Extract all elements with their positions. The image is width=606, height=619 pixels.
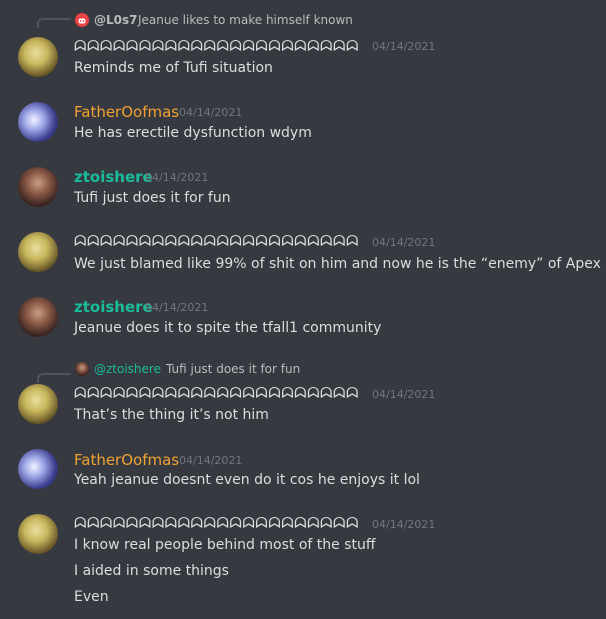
username[interactable]: ᗣᗣᗣᗣᗣᗣᗣᗣᗣᗣᗣᗣᗣᗣᗣᗣᗣᗣᗣᗣᗣᗣ [74, 384, 359, 402]
reply-author[interactable]: @L0s7 [94, 13, 138, 27]
avatar[interactable] [18, 449, 58, 489]
reply-connector [37, 18, 71, 28]
timestamp: 04/14/2021 [179, 454, 243, 467]
timestamp: 04/14/2021 [372, 40, 436, 53]
message-text: Even [74, 589, 109, 605]
message-text: Yeah jeanue doesnt even do it cos he enj… [74, 472, 420, 488]
ztoishere-avatar-icon [75, 362, 89, 376]
message-text: He has erectile dysfunction wdym [74, 125, 312, 141]
username[interactable]: ztoishere [74, 298, 153, 316]
reply-preview[interactable]: @L0s7 Jeanue likes to make himself known [94, 13, 394, 31]
message-text: That’s the thing it’s not him [74, 407, 269, 423]
avatar[interactable] [18, 232, 58, 272]
message-text: I aided in some things [74, 563, 229, 579]
reply-text: Tufi just does it for fun [166, 362, 301, 376]
discord-logo-icon [75, 13, 89, 27]
username[interactable]: ᗣᗣᗣᗣᗣᗣᗣᗣᗣᗣᗣᗣᗣᗣᗣᗣᗣᗣᗣᗣᗣᗣ [74, 37, 359, 55]
message-text: Reminds me of Tufi situation [74, 60, 273, 76]
message-text: Tufi just does it for fun [74, 190, 231, 206]
reply-text: Jeanue likes to make himself known [138, 13, 353, 27]
username[interactable]: FatherOofmas [74, 451, 179, 469]
avatar[interactable] [18, 384, 58, 424]
timestamp: 04/14/2021 [372, 236, 436, 249]
avatar[interactable] [18, 37, 58, 77]
message-text: I know real people behind most of the st… [74, 537, 376, 553]
timestamp: 04/14/2021 [179, 106, 243, 119]
username[interactable]: ᗣᗣᗣᗣᗣᗣᗣᗣᗣᗣᗣᗣᗣᗣᗣᗣᗣᗣᗣᗣᗣᗣ [74, 514, 359, 532]
avatar[interactable] [18, 167, 58, 207]
avatar[interactable] [18, 297, 58, 337]
timestamp: 04/14/2021 [372, 388, 436, 401]
reply-preview[interactable]: @ztoishere Tufi just does it for fun [94, 362, 334, 380]
username[interactable]: FatherOofmas [74, 103, 179, 121]
reply-author[interactable]: @ztoishere [94, 362, 161, 376]
avatar[interactable] [18, 102, 58, 142]
timestamp: 04/14/2021 [372, 518, 436, 531]
message-text: We just blamed like 99% of shit on him a… [74, 256, 601, 272]
timestamp: 04/14/2021 [145, 301, 209, 314]
message-text: Jeanue does it to spite the tfall1 commu… [74, 320, 382, 336]
avatar[interactable] [18, 514, 58, 554]
timestamp: 04/14/2021 [145, 171, 209, 184]
username[interactable]: ztoishere [74, 168, 153, 186]
reply-connector [37, 373, 71, 383]
username[interactable]: ᗣᗣᗣᗣᗣᗣᗣᗣᗣᗣᗣᗣᗣᗣᗣᗣᗣᗣᗣᗣᗣᗣ [74, 232, 359, 250]
